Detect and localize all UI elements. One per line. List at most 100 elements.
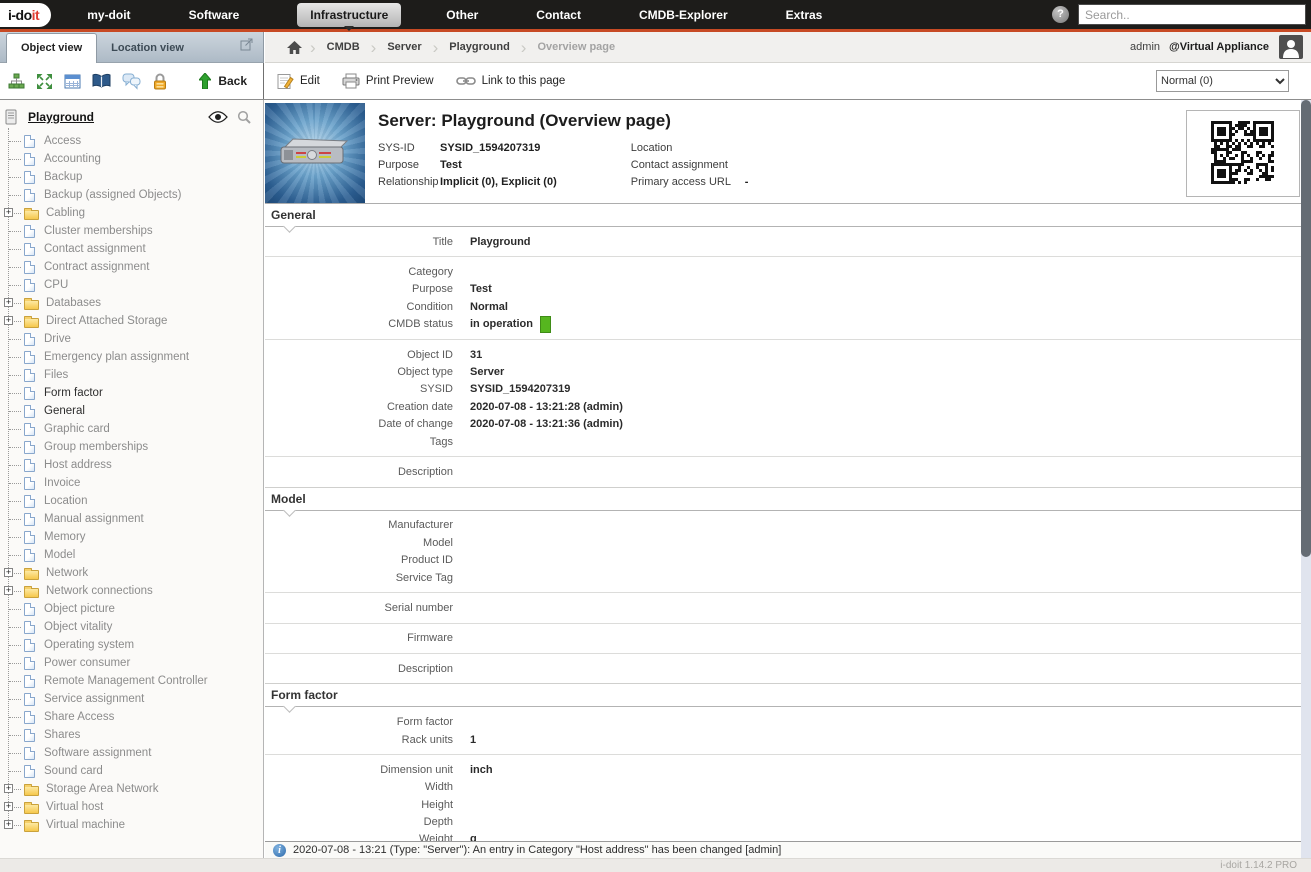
field-row-serial-number: Serial number	[265, 599, 1301, 616]
tree-item-software-assignment[interactable]: Software assignment	[0, 744, 263, 762]
status-bar: i 2020-07-08 - 13:21 (Type: "Server"): A…	[265, 841, 1301, 858]
tab-location-view[interactable]: Location view	[97, 34, 198, 62]
tree-item-cpu[interactable]: CPU	[0, 276, 263, 294]
menu-item-cmdb-explorer[interactable]: CMDB-Explorer	[639, 8, 728, 22]
status-select[interactable]: Normal (0)	[1156, 70, 1289, 92]
tree-item-group-memberships[interactable]: Group memberships	[0, 438, 263, 456]
tree-item-memory[interactable]: Memory	[0, 528, 263, 546]
idoit-logo[interactable]: i-doit	[0, 3, 51, 27]
tree-item-shares[interactable]: Shares	[0, 726, 263, 744]
tree-item-network-connections[interactable]: +Network connections	[0, 582, 263, 600]
tree-item-backup[interactable]: Backup	[0, 168, 263, 186]
tree-item-network[interactable]: +Network	[0, 564, 263, 582]
tree-item-direct-attached-storage[interactable]: +Direct Attached Storage	[0, 312, 263, 330]
tree-item-location[interactable]: Location	[0, 492, 263, 510]
external-link-icon[interactable]	[240, 38, 253, 56]
tree-connector	[9, 339, 21, 340]
search-input[interactable]	[1078, 4, 1306, 25]
tree-item-drive[interactable]: Drive	[0, 330, 263, 348]
print-preview-button[interactable]: Print Preview	[342, 73, 434, 89]
expander-icon[interactable]: +	[4, 568, 13, 577]
tree-item-contact-assignment[interactable]: Contact assignment	[0, 240, 263, 258]
field-label: Firmware	[265, 632, 470, 644]
lock-icon[interactable]	[152, 73, 168, 90]
edit-button[interactable]: Edit	[277, 73, 320, 90]
tree-item-databases[interactable]: +Databases	[0, 294, 263, 312]
tree-item-backup-assigned-objects[interactable]: Backup (assigned Objects)	[0, 186, 263, 204]
breadcrumb-bar: ›CMDB›Server›Playground›Overview page ad…	[265, 32, 1311, 63]
tree-item-access[interactable]: Access	[0, 132, 263, 150]
info-value: Implicit (0), Explicit (0)	[440, 176, 557, 188]
vertical-scrollbar[interactable]	[1301, 100, 1311, 858]
section-header-model[interactable]: Model	[265, 488, 1301, 511]
tree-item-files[interactable]: Files	[0, 366, 263, 384]
field-row-height: Height	[265, 796, 1301, 813]
tree-item-manual-assignment[interactable]: Manual assignment	[0, 510, 263, 528]
expander-icon[interactable]: +	[4, 802, 13, 811]
tree-item-invoice[interactable]: Invoice	[0, 474, 263, 492]
home-icon[interactable]	[287, 41, 302, 54]
eye-icon[interactable]	[208, 111, 228, 123]
tree-item-remote-management-controller[interactable]: Remote Management Controller	[0, 672, 263, 690]
comments-icon[interactable]	[122, 73, 141, 90]
tree-item-model[interactable]: Model	[0, 546, 263, 564]
edit-label: Edit	[300, 75, 320, 87]
menu-item-infrastructure[interactable]: Infrastructure	[297, 3, 401, 27]
book-icon[interactable]	[92, 73, 111, 89]
tree-item-emergency-plan-assignment[interactable]: Emergency plan assignment	[0, 348, 263, 366]
back-button[interactable]: Back	[199, 73, 253, 89]
tree-item-form-factor[interactable]: Form factor	[0, 384, 263, 402]
tab-object-view[interactable]: Object view	[6, 33, 97, 63]
expander-icon[interactable]: +	[4, 784, 13, 793]
tree-connector	[9, 735, 21, 736]
tree-item-label: Form factor	[44, 387, 103, 399]
menu-item-contact[interactable]: Contact	[536, 8, 581, 22]
tree-item-virtual-machine[interactable]: +Virtual machine	[0, 816, 263, 834]
expander-icon[interactable]: +	[4, 298, 13, 307]
folder-icon	[24, 210, 39, 220]
section-header-form-factor[interactable]: Form factor	[265, 684, 1301, 707]
tree-item-storage-area-network[interactable]: +Storage Area Network	[0, 780, 263, 798]
calendar-icon[interactable]	[64, 73, 81, 90]
breadcrumb-server[interactable]: Server	[387, 41, 421, 53]
tree-item-cluster-memberships[interactable]: Cluster memberships	[0, 222, 263, 240]
tree-item-service-assignment[interactable]: Service assignment	[0, 690, 263, 708]
tree-item-sound-card[interactable]: Sound card	[0, 762, 263, 780]
expand-tree-icon[interactable]	[36, 73, 53, 90]
expander-icon[interactable]: +	[4, 586, 13, 595]
tree-item-virtual-host[interactable]: +Virtual host	[0, 798, 263, 816]
menu-item-other[interactable]: Other	[446, 8, 478, 22]
tree-item-host-address[interactable]: Host address	[0, 456, 263, 474]
help-icon[interactable]: ?	[1052, 6, 1069, 23]
folder-icon	[24, 822, 39, 832]
link-to-page-button[interactable]: Link to this page	[456, 75, 566, 87]
magnifier-icon[interactable]	[237, 110, 251, 124]
tree-item-general[interactable]: General	[0, 402, 263, 420]
tree-item-share-access[interactable]: Share Access	[0, 708, 263, 726]
expander-icon[interactable]: +	[4, 820, 13, 829]
expander-icon[interactable]: +	[4, 316, 13, 325]
tree-item-contract-assignment[interactable]: Contract assignment	[0, 258, 263, 276]
scrollbar-thumb[interactable]	[1301, 100, 1311, 557]
sidebar-root-link[interactable]: Playground	[28, 110, 94, 124]
tree-item-graphic-card[interactable]: Graphic card	[0, 420, 263, 438]
field-row-manufacturer: Manufacturer	[265, 517, 1301, 534]
sitemap-icon[interactable]	[8, 73, 25, 90]
section-header-general[interactable]: General	[265, 204, 1301, 227]
tree-item-power-consumer[interactable]: Power consumer	[0, 654, 263, 672]
tree-item-operating-system[interactable]: Operating system	[0, 636, 263, 654]
breadcrumb-playground[interactable]: Playground	[449, 41, 510, 53]
menu-item-extras[interactable]: Extras	[786, 8, 823, 22]
object-header: Server: Playground (Overview page) SYS-I…	[265, 103, 1301, 204]
menu-item-software[interactable]: Software	[189, 8, 240, 22]
tree-connector	[9, 699, 21, 700]
tree-item-object-vitality[interactable]: Object vitality	[0, 618, 263, 636]
user-avatar[interactable]	[1279, 35, 1303, 59]
tree-item-cabling[interactable]: +Cabling	[0, 204, 263, 222]
breadcrumb-cmdb[interactable]: CMDB	[327, 41, 360, 53]
tree-item-accounting[interactable]: Accounting	[0, 150, 263, 168]
tree-item-object-picture[interactable]: Object picture	[0, 600, 263, 618]
expander-icon[interactable]: +	[4, 208, 13, 217]
menu-item-my-doit[interactable]: my-doit	[87, 8, 130, 22]
field-value: 2020-07-08 - 13:21:36 (admin)	[470, 418, 623, 430]
